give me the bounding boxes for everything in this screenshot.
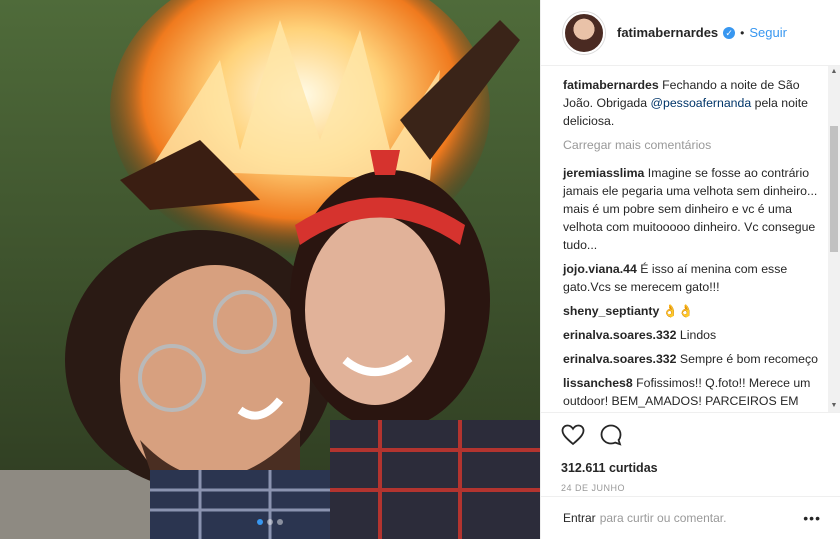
scroll-up-arrow-icon[interactable]: ▲ — [828, 66, 840, 78]
comment-username[interactable]: jojo.viana.44 — [563, 262, 637, 276]
caption: fatimabernardes Fechando a noite de São … — [563, 76, 819, 130]
comment-username[interactable]: lissanches8 — [563, 376, 633, 390]
post-date[interactable]: 24 DE JUNHO — [561, 483, 821, 493]
post-actions: 312.611 curtidas 24 DE JUNHO — [541, 412, 840, 493]
likes-count[interactable]: 312.611 curtidas — [561, 461, 821, 475]
carousel-dot[interactable] — [267, 519, 273, 525]
comment: sheny_septianty 👌👌 — [563, 302, 819, 320]
comment-username[interactable]: sheny_septianty — [563, 304, 659, 318]
login-link[interactable]: Entrar — [563, 511, 596, 525]
scroll-down-arrow-icon[interactable]: ▼ — [828, 400, 840, 412]
caption-username[interactable]: fatimabernardes — [563, 78, 659, 92]
post-sidebar: fatimabernardes ✓ • Seguir fatimabernard… — [540, 0, 840, 539]
header-username[interactable]: fatimabernardes — [617, 25, 718, 40]
comment: erinalva.soares.332 Lindos — [563, 326, 819, 344]
comment-text: Sempre é bom recomeço — [679, 352, 818, 366]
add-comment-bar: Entrar para curtir ou comentar. ••• — [541, 496, 840, 539]
heart-icon[interactable] — [561, 424, 585, 449]
scrollbar-thumb[interactable] — [830, 126, 838, 252]
separator: • — [740, 25, 745, 40]
comment: erinalva.soares.332 Sempre é bom recomeç… — [563, 350, 819, 368]
comment: jeremiasslima Imagine se fosse ao contrá… — [563, 164, 819, 254]
post-header: fatimabernardes ✓ • Seguir — [541, 0, 840, 66]
comment-username[interactable]: jeremiasslima — [563, 166, 644, 180]
carousel-indicator — [0, 519, 540, 525]
verified-badge-icon: ✓ — [723, 26, 736, 39]
comment-username[interactable]: erinalva.soares.332 — [563, 328, 677, 342]
comment-text: Lindos — [679, 328, 717, 342]
comment-icon[interactable] — [599, 423, 623, 450]
carousel-dot[interactable] — [257, 519, 263, 525]
login-prompt-text: para curtir ou comentar. — [599, 511, 727, 525]
photo-illustration — [0, 0, 540, 539]
comment-username[interactable]: erinalva.soares.332 — [563, 352, 677, 366]
carousel-dot[interactable] — [277, 519, 283, 525]
comment-text: 👌👌 — [662, 304, 694, 318]
load-more-comments-link[interactable]: Carregar mais comentários — [563, 136, 819, 154]
comments-list[interactable]: fatimabernardes Fechando a noite de São … — [541, 66, 840, 412]
comments-scrollbar[interactable]: ▲ ▼ — [828, 66, 840, 412]
caption-mention[interactable]: @pessoafernanda — [651, 96, 752, 110]
follow-button[interactable]: Seguir — [749, 25, 787, 40]
comment: lissanches8 Fofissimos!! Q.foto!! Merece… — [563, 374, 819, 412]
comment: jojo.viana.44 É isso aí menina com esse … — [563, 260, 819, 296]
avatar[interactable] — [563, 11, 605, 54]
post-photo[interactable] — [0, 0, 540, 539]
more-options-icon[interactable]: ••• — [803, 510, 821, 526]
